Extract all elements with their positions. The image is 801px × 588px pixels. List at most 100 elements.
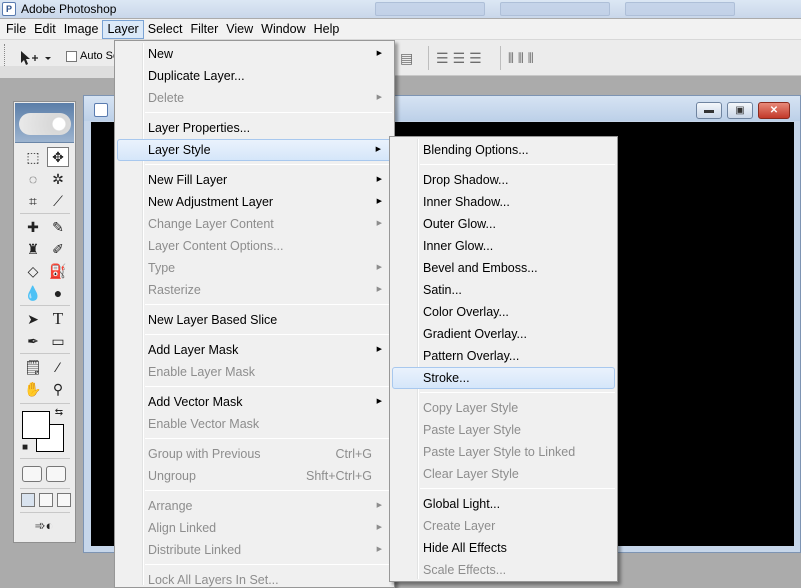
- submenu-arrow-icon: ▶: [376, 524, 382, 531]
- style-item-create-layer[interactable]: Create Layer: [392, 515, 615, 537]
- hand-tool-icon[interactable]: ✋: [22, 379, 44, 399]
- ghost-document-tab: [0, 66, 120, 78]
- style-item-drop-shadow[interactable]: Drop Shadow...: [392, 169, 615, 191]
- healing-brush-icon[interactable]: ✚: [22, 217, 44, 237]
- menu-item-enable-layer-mask[interactable]: Enable Layer Mask: [117, 361, 392, 383]
- default-colors-icon[interactable]: ■: [19, 441, 31, 453]
- menu-item-label: Stroke...: [423, 371, 470, 385]
- close-button[interactable]: ✕: [758, 102, 790, 119]
- menu-filter[interactable]: Filter: [186, 20, 222, 39]
- menu-separator: [145, 386, 392, 387]
- submenu-arrow-icon: ▶: [376, 198, 382, 205]
- style-item-bevel-and-emboss[interactable]: Bevel and Emboss...: [392, 257, 615, 279]
- menu-item-type[interactable]: Type ▶: [117, 257, 392, 279]
- menu-item-rasterize[interactable]: Rasterize ▶: [117, 279, 392, 301]
- distribute-vertical-icons[interactable]: ☰ ☰ ☰: [436, 49, 482, 67]
- menu-item-label: Pattern Overlay...: [423, 349, 520, 363]
- path-selection-icon[interactable]: ➤: [22, 309, 44, 329]
- history-brush-icon[interactable]: ✐: [47, 239, 69, 259]
- style-item-satin[interactable]: Satin...: [392, 279, 615, 301]
- zoom-tool-icon[interactable]: ⚲: [47, 379, 69, 399]
- style-item-clear-layer-style[interactable]: Clear Layer Style: [392, 463, 615, 485]
- menu-item-label: Color Overlay...: [423, 305, 509, 319]
- standard-mode-button[interactable]: [22, 466, 42, 482]
- menu-file[interactable]: File: [2, 20, 30, 39]
- menu-window[interactable]: Window: [257, 20, 309, 39]
- menu-item-enable-vector-mask[interactable]: Enable Vector Mask: [117, 413, 392, 435]
- menu-item-align-linked[interactable]: Align Linked ▶: [117, 517, 392, 539]
- blur-tool-icon[interactable]: 💧: [22, 283, 44, 303]
- menu-item-duplicate-layer[interactable]: Duplicate Layer...: [117, 65, 392, 87]
- menu-item-arrange[interactable]: Arrange ▶: [117, 495, 392, 517]
- style-item-paste-layer-style-to-linked[interactable]: Paste Layer Style to Linked: [392, 441, 615, 463]
- maximize-button[interactable]: ▣: [727, 102, 753, 119]
- menu-item-new[interactable]: New ▶: [117, 43, 392, 65]
- style-item-color-overlay[interactable]: Color Overlay...: [392, 301, 615, 323]
- menu-item-add-layer-mask[interactable]: Add Layer Mask ▶: [117, 339, 392, 361]
- eyedropper-icon[interactable]: ⁄: [47, 357, 69, 377]
- style-item-gradient-overlay[interactable]: Gradient Overlay...: [392, 323, 615, 345]
- jump-to-imageready-icon[interactable]: ➾◐: [24, 516, 64, 536]
- auto-select-box[interactable]: [66, 50, 77, 62]
- paint-bucket-icon[interactable]: ⛽: [47, 261, 69, 281]
- menu-item-lock-all-layers-in-set[interactable]: Lock All Layers In Set...: [117, 569, 392, 588]
- swap-colors-icon[interactable]: ⇆: [52, 405, 66, 419]
- menu-help[interactable]: Help: [310, 20, 344, 39]
- menu-image[interactable]: Image: [60, 20, 103, 39]
- clone-stamp-icon[interactable]: ♜: [22, 239, 44, 259]
- align-icon[interactable]: ▤: [400, 49, 413, 67]
- notes-tool-icon[interactable]: 🗒: [22, 357, 44, 377]
- magic-wand-icon[interactable]: ✲: [47, 169, 69, 189]
- eraser-tool-icon[interactable]: ◇: [22, 261, 44, 281]
- style-item-blending-options[interactable]: Blending Options...: [392, 139, 615, 161]
- menu-item-new-layer-based-slice[interactable]: New Layer Based Slice: [117, 309, 392, 331]
- style-item-outer-glow[interactable]: Outer Glow...: [392, 213, 615, 235]
- style-item-hide-all-effects[interactable]: Hide All Effects: [392, 537, 615, 559]
- menu-item-add-vector-mask[interactable]: Add Vector Mask ▶: [117, 391, 392, 413]
- menu-item-shortcut: Shft+Ctrl+G: [306, 469, 372, 483]
- menu-item-distribute-linked[interactable]: Distribute Linked ▶: [117, 539, 392, 561]
- lasso-tool-icon[interactable]: ◌: [22, 169, 44, 189]
- submenu-arrow-icon: ▶: [376, 346, 382, 353]
- brush-tool-icon[interactable]: ✎: [47, 217, 69, 237]
- menu-select[interactable]: Select: [144, 20, 187, 39]
- menu-edit[interactable]: Edit: [30, 20, 60, 39]
- auto-select-checkbox[interactable]: Auto Se: [66, 50, 119, 62]
- style-item-global-light[interactable]: Global Light...: [392, 493, 615, 515]
- menu-layer[interactable]: Layer: [102, 19, 144, 39]
- menu-item-layer-properties[interactable]: Layer Properties...: [117, 117, 392, 139]
- menu-view[interactable]: View: [222, 20, 257, 39]
- dodge-tool-icon[interactable]: ●: [47, 283, 69, 303]
- submenu-arrow-icon: ▶: [376, 220, 382, 227]
- menu-item-layer-style[interactable]: Layer Style ▶: [117, 139, 392, 161]
- crop-tool-icon[interactable]: ⌗: [22, 191, 44, 211]
- style-item-inner-shadow[interactable]: Inner Shadow...: [392, 191, 615, 213]
- slice-tool-icon[interactable]: ⟋: [47, 191, 69, 211]
- rectangle-tool-icon[interactable]: ▭: [47, 331, 69, 351]
- style-item-stroke[interactable]: Stroke...: [392, 367, 615, 389]
- distribute-horizontal-icons[interactable]: ⫴ ⫴ ⫴: [508, 49, 534, 67]
- screen-mode-full-menu-button[interactable]: [39, 493, 53, 507]
- type-tool-icon[interactable]: T: [47, 309, 69, 329]
- style-item-scale-effects[interactable]: Scale Effects...: [392, 559, 615, 581]
- style-item-paste-layer-style[interactable]: Paste Layer Style: [392, 419, 615, 441]
- menu-item-delete[interactable]: Delete ▶: [117, 87, 392, 109]
- quick-mask-mode-button[interactable]: [46, 466, 66, 482]
- menu-item-layer-content-options[interactable]: Layer Content Options...: [117, 235, 392, 257]
- marquee-tool-icon[interactable]: ⬚: [22, 147, 44, 167]
- menu-item-change-layer-content[interactable]: Change Layer Content ▶: [117, 213, 392, 235]
- minimize-button[interactable]: ▬: [696, 102, 722, 119]
- menu-item-ungroup[interactable]: Ungroup Shft+Ctrl+G: [117, 465, 392, 487]
- style-item-inner-glow[interactable]: Inner Glow...: [392, 235, 615, 257]
- style-item-pattern-overlay[interactable]: Pattern Overlay...: [392, 345, 615, 367]
- pen-tool-icon[interactable]: ✒: [22, 331, 44, 351]
- screen-mode-full-button[interactable]: [57, 493, 71, 507]
- style-item-copy-layer-style[interactable]: Copy Layer Style: [392, 397, 615, 419]
- move-tool-icon[interactable]: ✥: [47, 147, 69, 167]
- screen-mode-standard-button[interactable]: [21, 493, 35, 507]
- foreground-color-swatch[interactable]: [22, 411, 50, 439]
- menu-item-group-with-previous[interactable]: Group with Previous Ctrl+G: [117, 443, 392, 465]
- menu-item-new-fill-layer[interactable]: New Fill Layer ▶: [117, 169, 392, 191]
- tool-preset-picker[interactable]: [18, 48, 54, 68]
- menu-item-new-adjustment-layer[interactable]: New Adjustment Layer ▶: [117, 191, 392, 213]
